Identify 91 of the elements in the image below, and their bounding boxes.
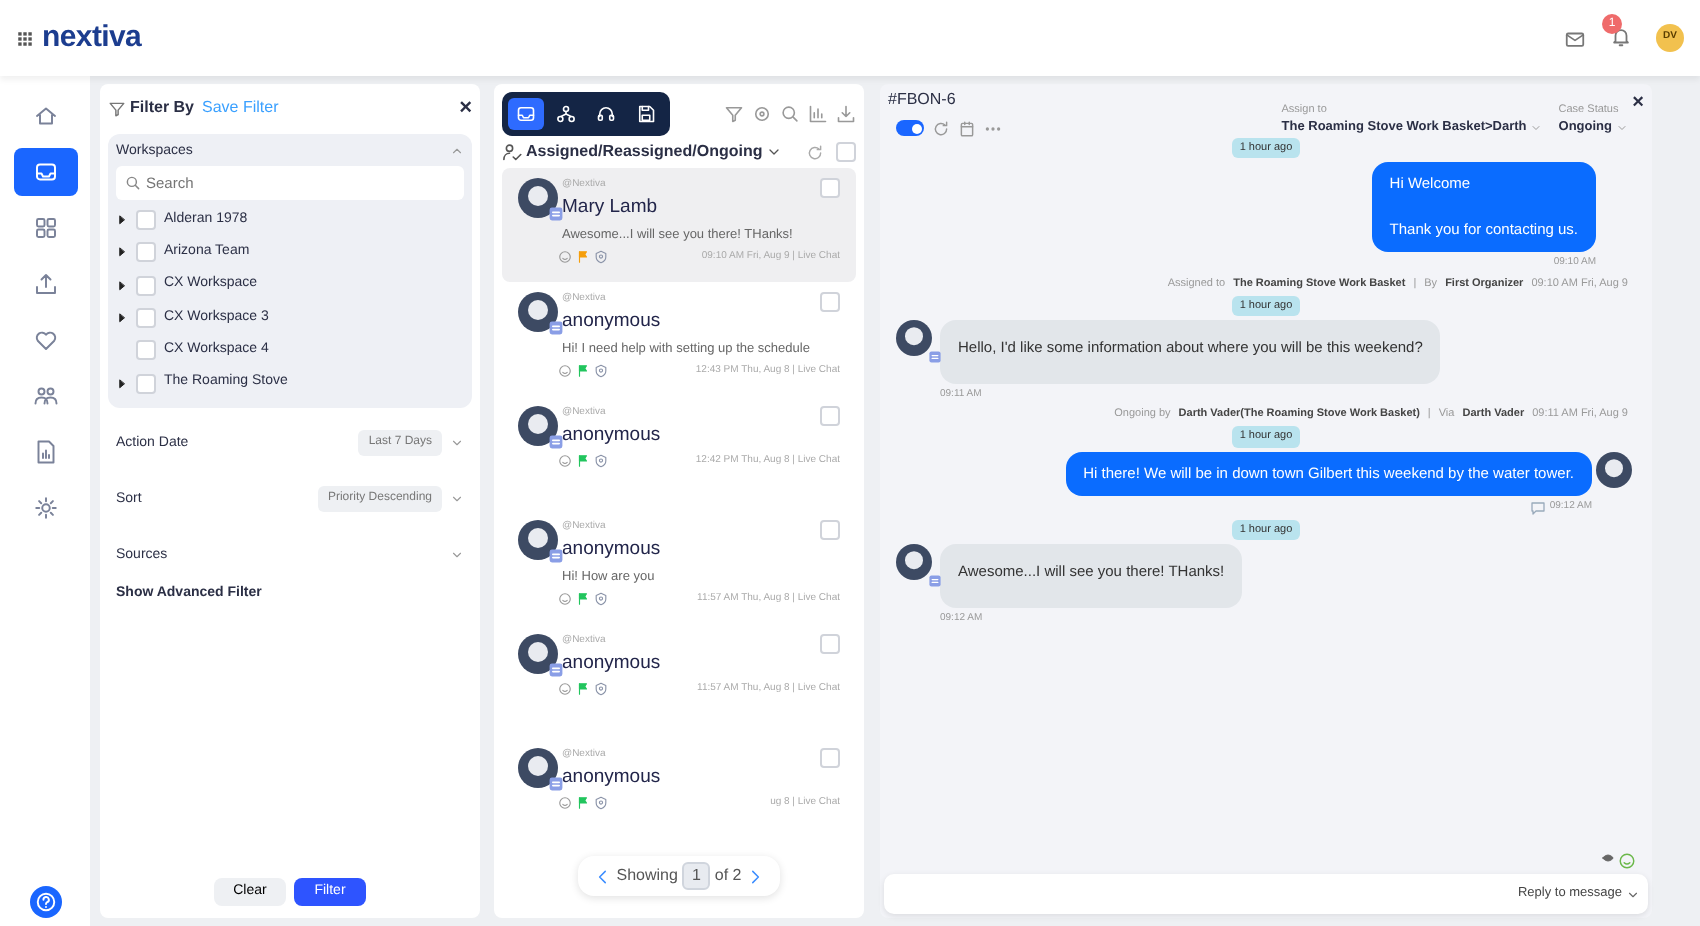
apps-menu-icon[interactable]	[16, 29, 34, 47]
view-dropdown[interactable]: Assigned/Reassigned/Ongoing	[526, 140, 763, 164]
checkbox[interactable]	[136, 308, 156, 329]
checkbox[interactable]	[820, 748, 840, 768]
page-total: of 2	[714, 864, 742, 888]
select-all-checkbox[interactable]	[836, 142, 856, 162]
avatar-icon	[518, 634, 558, 674]
upload-icon	[33, 272, 57, 296]
contact-name: anonymous	[562, 535, 663, 563]
close-button[interactable]: ×	[1632, 88, 1644, 118]
save-icon	[636, 104, 656, 124]
help-button[interactable]	[29, 886, 61, 918]
smiley-icon	[558, 591, 572, 606]
page-number-field[interactable]: 1	[681, 862, 711, 890]
chart-icon[interactable]	[808, 104, 828, 124]
people-icon	[33, 384, 57, 408]
grid-icon	[33, 216, 57, 240]
contact-name: anonymous	[562, 763, 663, 791]
close-button[interactable]: ×	[459, 92, 472, 125]
inbox-icon	[516, 104, 536, 124]
case-id: #FBON-6	[888, 88, 956, 112]
search-icon[interactable]	[780, 104, 800, 124]
shield-icon	[594, 591, 608, 606]
pager-label: Showing	[616, 864, 678, 888]
calendar-icon[interactable]	[958, 119, 976, 137]
chat-icon	[1529, 500, 1546, 516]
mail-icon[interactable]	[1564, 27, 1586, 49]
avatar-icon	[518, 748, 558, 788]
checkbox[interactable]	[820, 520, 840, 540]
avatar-icon	[1596, 451, 1632, 487]
smiley-icon	[558, 682, 572, 696]
smiley-icon	[558, 454, 572, 468]
chat-badge-icon	[928, 350, 942, 365]
expand-caret-icon[interactable]	[116, 214, 128, 227]
checkbox[interactable]	[820, 406, 840, 426]
smiley-icon	[558, 796, 572, 810]
shield-icon	[594, 249, 608, 264]
logo: nextiva	[42, 17, 142, 58]
contact-name: anonymous	[562, 421, 663, 449]
smiley-icon	[558, 363, 572, 378]
bell-icon[interactable]	[1610, 26, 1632, 49]
chevron-icon[interactable]	[1626, 887, 1640, 901]
expand-caret-icon[interactable]	[116, 246, 128, 259]
chevron-icon[interactable]	[766, 144, 783, 160]
avatar-icon	[896, 544, 932, 581]
contact-name: Mary Lamb	[562, 193, 660, 221]
shield-icon	[594, 454, 608, 468]
filter-title: Filter By	[130, 96, 195, 121]
user-check-icon	[502, 142, 522, 162]
settings-icon	[33, 496, 57, 520]
download-icon[interactable]	[836, 104, 856, 124]
report-icon	[33, 440, 57, 464]
checkbox[interactable]	[136, 373, 156, 394]
expand-caret-icon[interactable]	[116, 312, 128, 325]
expand-caret-icon[interactable]	[116, 279, 128, 292]
checkbox[interactable]	[136, 242, 156, 263]
checkbox[interactable]	[820, 634, 840, 654]
checkbox[interactable]	[136, 210, 156, 231]
headset-icon	[596, 104, 616, 124]
shield-icon	[594, 682, 608, 696]
filter-icon[interactable]	[724, 104, 744, 124]
checkbox[interactable]	[136, 275, 156, 296]
avatar-icon	[518, 292, 558, 332]
avatar-icon	[518, 406, 558, 446]
emoji-icon[interactable]	[1618, 852, 1636, 870]
checkbox[interactable]	[820, 292, 840, 312]
toggle-switch[interactable]	[896, 120, 924, 136]
search-icon	[124, 174, 142, 192]
view-tab[interactable]	[508, 98, 544, 130]
nav-button[interactable]	[13, 148, 77, 196]
eye-icon[interactable]	[1602, 852, 1614, 864]
contact-name: anonymous	[562, 307, 663, 335]
chat-badge-icon	[928, 574, 942, 589]
shield-icon	[594, 363, 608, 378]
inbox-icon	[33, 160, 57, 184]
contact-name: anonymous	[562, 649, 663, 677]
checkbox[interactable]	[820, 178, 840, 198]
avatar-icon	[518, 178, 558, 218]
refresh-icon[interactable]	[806, 143, 824, 161]
refresh-icon[interactable]	[932, 119, 950, 137]
checkbox[interactable]	[136, 340, 156, 361]
target-icon[interactable]	[752, 104, 772, 124]
filter-icon	[108, 99, 126, 118]
expand-caret-icon[interactable]	[116, 377, 128, 390]
shield-icon	[594, 796, 608, 810]
hierarchy-icon	[556, 104, 576, 124]
avatar-icon	[896, 320, 932, 357]
heart-icon	[33, 328, 57, 352]
smiley-icon	[558, 249, 572, 264]
home-icon	[33, 104, 57, 128]
avatar-icon	[518, 520, 558, 560]
